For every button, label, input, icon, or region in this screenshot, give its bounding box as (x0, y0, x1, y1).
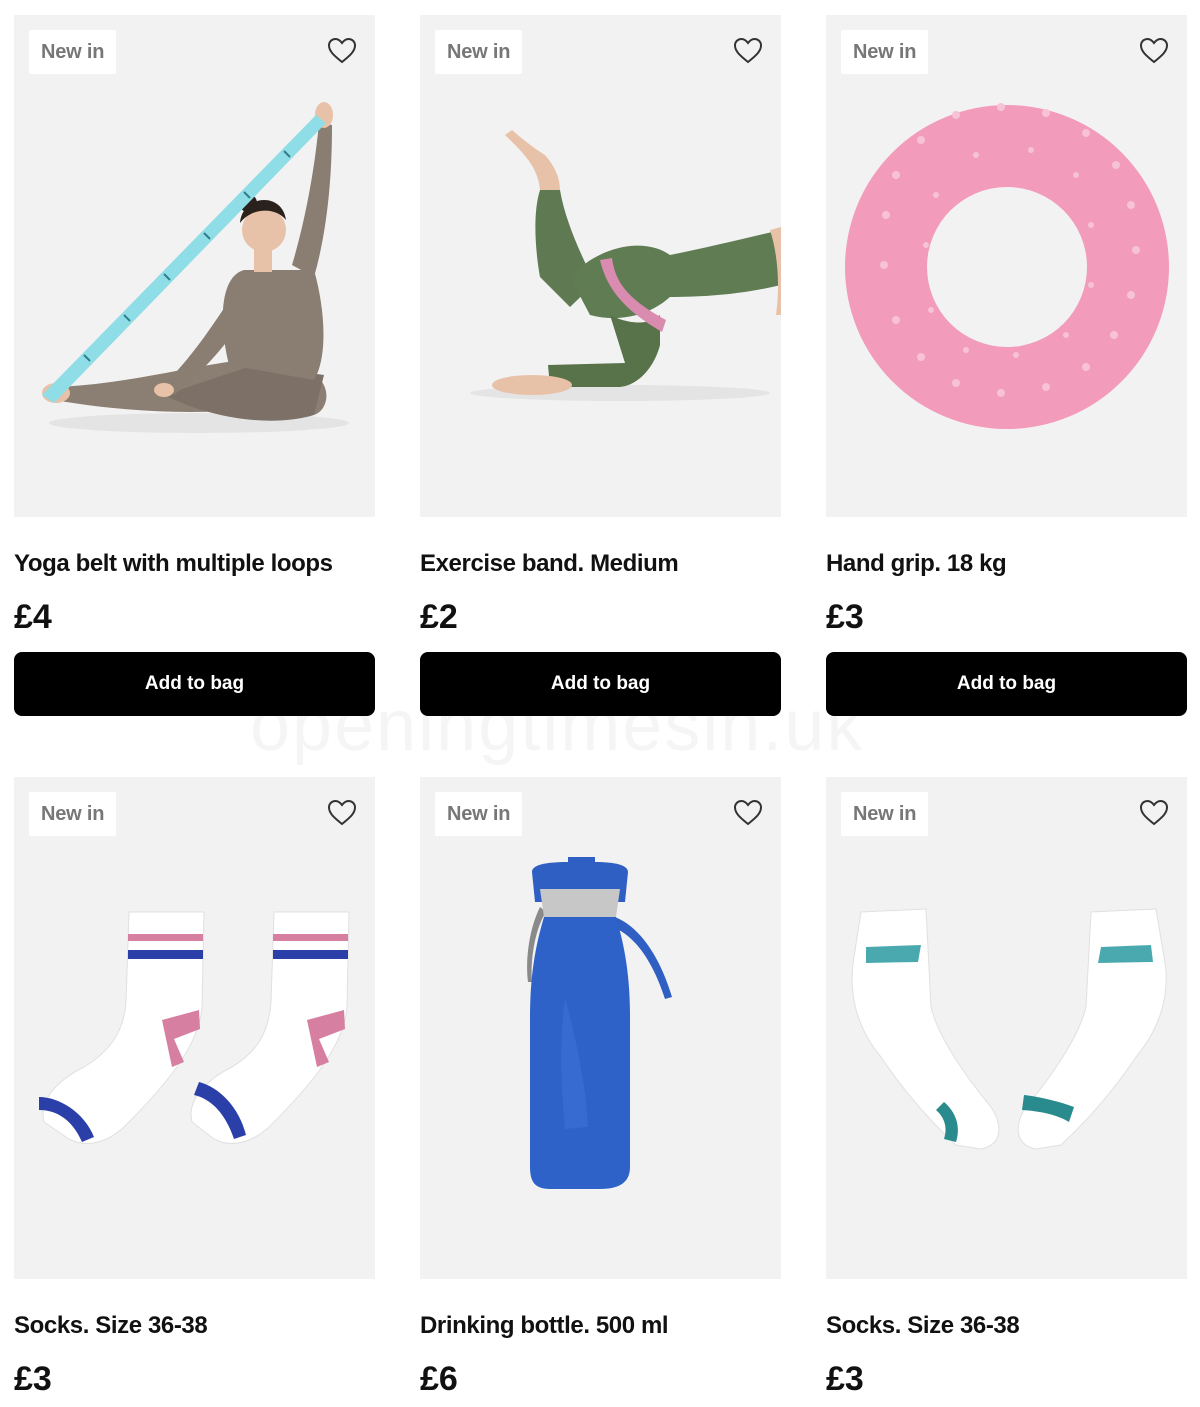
heart-icon[interactable] (326, 35, 358, 67)
heart-icon[interactable] (732, 35, 764, 67)
add-to-bag-button[interactable]: Add to bag (826, 652, 1187, 716)
product-price: £4 (14, 598, 52, 636)
product-price: £3 (826, 1360, 864, 1398)
add-to-bag-button[interactable]: Add to bag (420, 652, 781, 716)
hand-grip-illustration (845, 103, 1169, 429)
product-price: £3 (826, 598, 864, 636)
product-image-funday-socks[interactable]: New in (826, 777, 1187, 1279)
product-title[interactable]: Exercise band. Medium (420, 550, 679, 578)
drinking-bottle-illustration (527, 857, 672, 1189)
product-title[interactable]: Yoga belt with multiple loops (14, 550, 333, 578)
product-image-exercise-band[interactable]: New in (420, 15, 781, 517)
heart-icon[interactable] (1138, 35, 1170, 67)
new-in-badge: New in (435, 792, 523, 836)
product-card: New in Exercise band. Medium £2 Add to b… (420, 15, 781, 716)
add-to-bag-button[interactable]: Add to bag (14, 652, 375, 716)
product-card: New in Yoga belt with multiple loops £4 … (14, 15, 375, 716)
product-price: £6 (420, 1360, 458, 1398)
heart-icon[interactable] (732, 797, 764, 829)
product-image-drinking-bottle[interactable]: New in (420, 777, 781, 1279)
product-title[interactable]: Socks. Size 36-38 (14, 1312, 208, 1340)
product-title[interactable]: Drinking bottle. 500 ml (420, 1312, 669, 1340)
funday-socks-illustration (851, 908, 1167, 1150)
product-image-striped-socks[interactable]: New in (14, 777, 375, 1279)
yoga-belt-illustration (42, 102, 349, 433)
new-in-badge: New in (435, 30, 523, 74)
product-card: New in Hand grip. 18 kg £3 Add to bag (826, 15, 1187, 716)
product-card: New in Socks. Size 36-38 £3 (826, 777, 1187, 1398)
product-card: New in Socks. Size 36-38 £3 (14, 777, 375, 1398)
new-in-badge: New in (841, 30, 929, 74)
exercise-band-illustration (470, 130, 781, 401)
striped-socks-illustration (39, 911, 350, 1144)
heart-icon[interactable] (1138, 797, 1170, 829)
product-image-hand-grip[interactable]: New in (826, 15, 1187, 517)
new-in-badge: New in (29, 30, 117, 74)
heart-icon[interactable] (326, 797, 358, 829)
new-in-badge: New in (29, 792, 117, 836)
product-title[interactable]: Hand grip. 18 kg (826, 550, 1007, 578)
product-card: New in Drinking bottle. 500 ml £6 (420, 777, 781, 1398)
new-in-badge: New in (841, 792, 929, 836)
product-title[interactable]: Socks. Size 36-38 (826, 1312, 1020, 1340)
product-image-yoga-belt[interactable]: New in (14, 15, 375, 517)
product-price: £3 (14, 1360, 52, 1398)
product-price: £2 (420, 598, 458, 636)
